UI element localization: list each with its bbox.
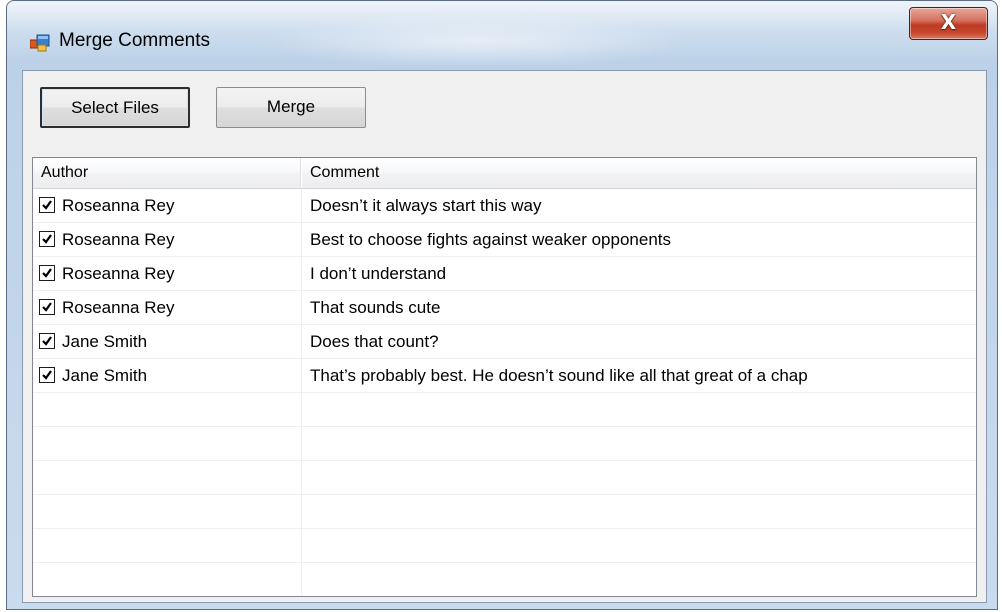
merge-comments-window: Merge Comments X Select Files Merge Auth… [6, 0, 998, 610]
empty-row [33, 529, 976, 563]
column-divider [301, 291, 302, 324]
close-icon: X [940, 10, 957, 34]
checkmark-icon [42, 268, 52, 278]
column-divider [301, 461, 302, 494]
column-divider [301, 325, 302, 358]
empty-row [33, 393, 976, 427]
comment-cell: Does that count? [310, 332, 439, 351]
comment-cell: That’s probably best. He doesn’t sound l… [310, 366, 808, 385]
author-cell: Roseanna Rey [62, 264, 175, 283]
column-divider [301, 495, 302, 528]
comment-cell: Best to choose fights against weaker opp… [310, 230, 672, 249]
column-divider [301, 223, 302, 256]
list-rows: Roseanna Rey Doesn’t it always start thi… [33, 189, 976, 596]
checkmark-icon [42, 234, 52, 244]
list-row[interactable]: Roseanna Rey I don’t understand [33, 257, 976, 291]
author-cell: Jane Smith [62, 332, 148, 351]
comment-cell: Doesn’t it always start this way [310, 196, 542, 215]
empty-row [33, 563, 976, 596]
empty-row [33, 495, 976, 529]
close-button[interactable]: X [909, 7, 988, 40]
list-row[interactable]: Jane Smith Does that count? [33, 325, 976, 359]
row-checkbox[interactable] [39, 367, 55, 383]
column-divider [301, 427, 302, 460]
column-divider [301, 359, 302, 392]
list-header: Author Comment [33, 158, 976, 189]
checkmark-icon [42, 336, 52, 346]
checkmark-icon [42, 302, 52, 312]
merge-button[interactable]: Merge [216, 87, 366, 128]
row-checkbox[interactable] [39, 333, 55, 349]
author-cell: Roseanna Rey [62, 230, 175, 249]
window-title: Merge Comments [59, 30, 210, 51]
empty-row [33, 461, 976, 495]
app-window-icon [29, 34, 50, 52]
comment-cell: That sounds cute [310, 298, 441, 317]
column-divider [301, 257, 302, 290]
empty-row [33, 427, 976, 461]
column-divider [301, 563, 302, 596]
list-row[interactable]: Roseanna Rey Best to choose fights again… [33, 223, 976, 257]
checkmark-icon [42, 370, 52, 380]
row-checkbox[interactable] [39, 265, 55, 281]
comments-list-view[interactable]: Author Comment Roseanna Rey Doesn’t it a… [32, 157, 977, 597]
list-row[interactable]: Roseanna Rey Doesn’t it always start thi… [33, 189, 976, 223]
column-divider [301, 189, 302, 222]
author-cell: Jane Smith [62, 366, 148, 385]
select-files-button[interactable]: Select Files [40, 87, 190, 128]
list-row[interactable]: Roseanna Rey That sounds cute [33, 291, 976, 325]
column-divider [301, 529, 302, 562]
list-row[interactable]: Jane Smith That’s probably best. He does… [33, 359, 976, 393]
row-checkbox[interactable] [39, 231, 55, 247]
column-divider [301, 393, 302, 426]
comment-cell: I don’t understand [310, 264, 447, 283]
checkmark-icon [42, 200, 52, 210]
column-header-comment[interactable]: Comment [301, 158, 976, 188]
client-area: Select Files Merge Author Comment Rosean… [22, 70, 987, 603]
author-cell: Roseanna Rey [62, 196, 175, 215]
row-checkbox[interactable] [39, 299, 55, 315]
author-cell: Roseanna Rey [62, 298, 175, 317]
column-header-author[interactable]: Author [33, 158, 301, 188]
row-checkbox[interactable] [39, 197, 55, 213]
